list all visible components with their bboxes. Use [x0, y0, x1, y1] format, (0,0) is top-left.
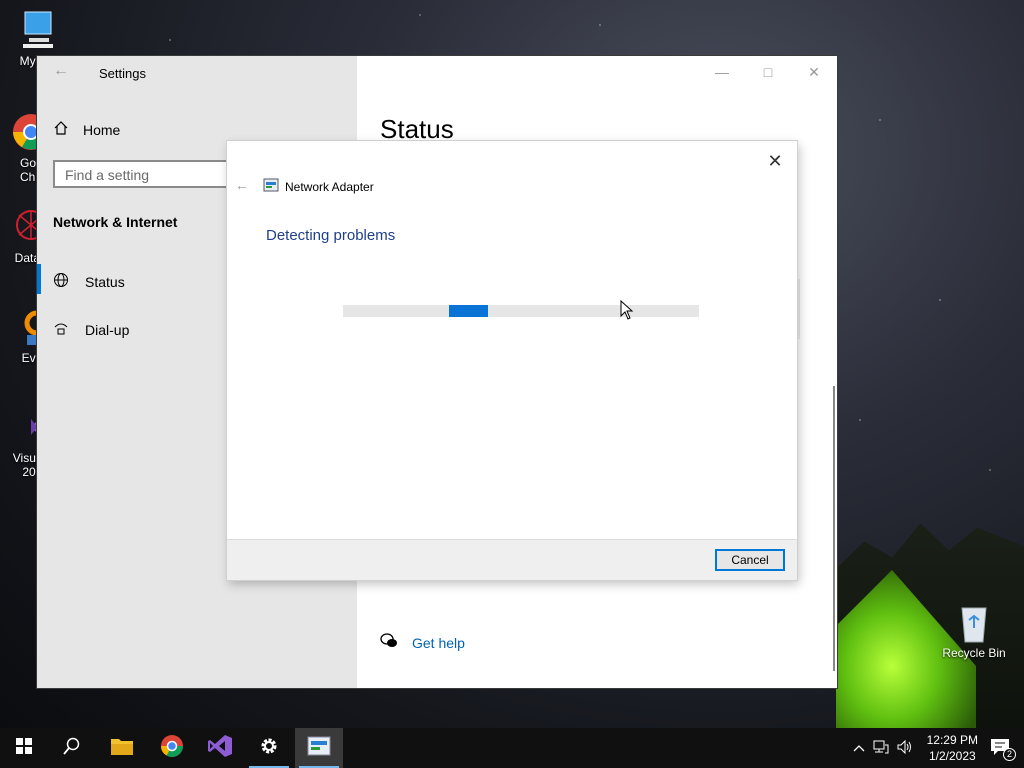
visual-studio-icon: [207, 734, 233, 763]
network-icon[interactable]: [873, 740, 889, 757]
window-controls: — □ ✕: [699, 56, 837, 88]
network-adapter-icon: [263, 178, 279, 195]
help-chat-icon: [380, 632, 398, 653]
close-button[interactable]: ✕: [791, 56, 837, 88]
notification-badge: 2: [1002, 747, 1016, 761]
dialog-scrollbar[interactable]: [798, 279, 800, 339]
start-button[interactable]: [0, 728, 48, 768]
close-icon: ✕: [767, 150, 783, 171]
home-icon: [53, 120, 69, 139]
volume-icon[interactable]: [897, 739, 913, 757]
dialog-close-button[interactable]: ✕: [761, 147, 789, 175]
system-tray: 12:29 PM 1/2/2023 2: [853, 728, 1024, 768]
get-help-link[interactable]: Get help: [380, 632, 465, 653]
search-button[interactable]: [48, 728, 96, 768]
gear-icon: [258, 735, 280, 762]
taskbar-visual-studio[interactable]: [196, 728, 244, 768]
windows-icon: [16, 737, 32, 759]
clock-time: 12:29 PM: [926, 733, 978, 747]
desktop-icon-label: Recycle Bin: [942, 646, 1006, 660]
dialog-heading: Detecting problems: [266, 227, 396, 244]
sidebar-item-home[interactable]: Home: [53, 120, 120, 139]
computer-icon: [15, 8, 59, 52]
clock-date: 1/2/2023: [928, 749, 976, 763]
dialup-icon: [53, 320, 69, 339]
minimize-button[interactable]: —: [699, 56, 745, 88]
maximize-icon: □: [763, 64, 773, 80]
window-title: Settings: [99, 66, 146, 81]
taskbar-settings[interactable]: [245, 728, 293, 768]
active-indicator: [37, 264, 41, 294]
cancel-button[interactable]: Cancel: [715, 549, 785, 571]
taskbar: 12:29 PM 1/2/2023 2: [0, 728, 1024, 768]
progress-bar: [343, 305, 699, 317]
troubleshooter-icon: [307, 736, 331, 761]
maximize-button[interactable]: □: [745, 56, 791, 88]
taskbar-chrome[interactable]: [148, 728, 196, 768]
taskbar-troubleshooter[interactable]: [295, 728, 343, 768]
search-placeholder: Find a setting: [65, 167, 150, 183]
clock[interactable]: 12:29 PM 1/2/2023: [927, 732, 978, 764]
back-arrow-icon: ←: [235, 177, 249, 193]
troubleshooter-dialog: ✕ ← Network Adapter Detecting problems C…: [227, 141, 800, 580]
dialog-app-title: Network Adapter: [263, 178, 374, 195]
progress-indicator: [449, 305, 488, 317]
recycle-bin-icon: [952, 600, 996, 644]
dialog-footer: Cancel: [227, 539, 797, 580]
notification-button[interactable]: 2: [990, 738, 1016, 761]
sidebar-item-label: Dial-up: [85, 321, 130, 338]
close-icon: ✕: [808, 63, 820, 80]
sidebar-item-status[interactable]: Status: [53, 272, 125, 291]
mouse-cursor-icon: [620, 299, 634, 325]
chrome-icon: [160, 734, 184, 763]
section-title: Network & Internet: [53, 214, 178, 230]
chevron-up-icon[interactable]: [853, 741, 865, 755]
scrollbar[interactable]: [833, 386, 835, 671]
globe-icon: [53, 272, 69, 291]
get-help-label: Get help: [412, 634, 465, 651]
back-arrow-icon[interactable]: ←: [53, 62, 69, 80]
sidebar-item-label: Status: [85, 273, 125, 290]
folder-icon: [110, 736, 134, 761]
desktop-icon-recycle-bin[interactable]: Recycle Bin: [937, 600, 1011, 660]
taskbar-file-explorer[interactable]: [98, 728, 146, 768]
dialog-app-name: Network Adapter: [285, 179, 374, 194]
minimize-icon: —: [715, 64, 729, 80]
sidebar-item-dialup[interactable]: Dial-up: [53, 320, 129, 339]
sidebar-item-label: Home: [83, 121, 121, 138]
search-icon: [63, 737, 81, 760]
